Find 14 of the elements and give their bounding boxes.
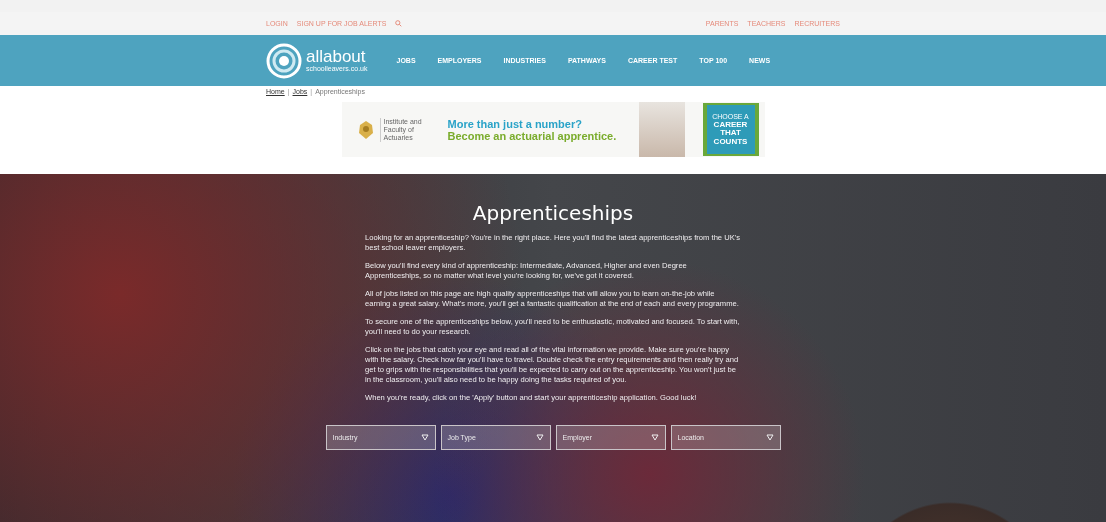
badge-text: THAT bbox=[720, 129, 741, 138]
logo-name[interactable]: allabout bbox=[306, 48, 368, 65]
ad-subline: Become an actuarial apprentice. bbox=[447, 129, 617, 142]
photo-placeholder bbox=[638, 102, 685, 157]
dropdown-arrow-icon bbox=[535, 434, 544, 441]
badge-text: CAREER bbox=[713, 120, 748, 130]
badge-text: COUNTS bbox=[713, 137, 748, 147]
dropdown-arrow-icon bbox=[420, 434, 429, 441]
ad-headline: More than just a number? bbox=[447, 117, 583, 130]
dropdown-arrow-icon bbox=[650, 434, 659, 441]
search-icon[interactable] bbox=[395, 20, 403, 27]
dropdown-arrow-icon bbox=[765, 434, 774, 441]
logo-icon[interactable] bbox=[266, 42, 302, 79]
page-title: Apprenticeships bbox=[472, 201, 634, 225]
